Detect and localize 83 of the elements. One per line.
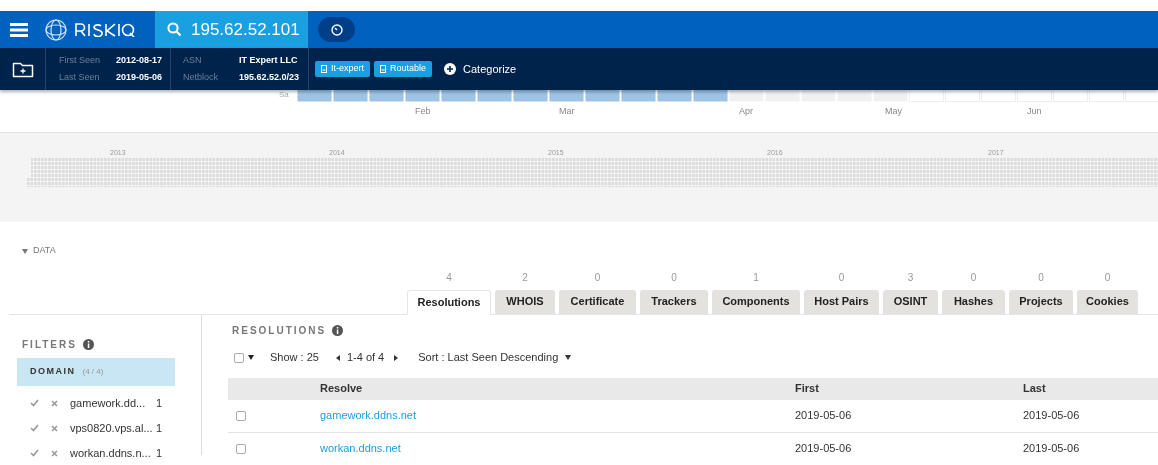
tab-count: 0 xyxy=(1038,270,1044,285)
field-value: 2012-08-17 xyxy=(116,53,164,67)
tab[interactable]: Hashes xyxy=(942,289,1005,314)
field-value: 195.62.52.0/23 xyxy=(238,71,301,84)
info-icon[interactable] xyxy=(332,324,344,336)
tab[interactable]: Host Pairs xyxy=(804,289,879,314)
show-dropdown[interactable]: Show : 25 xyxy=(270,349,319,366)
filter-item[interactable]: workan.ddns.n... xyxy=(70,444,156,462)
tab[interactable]: Resolutions xyxy=(407,289,491,315)
page-range: 1-4 of 4 xyxy=(346,350,385,366)
field-label: Last Seen xyxy=(59,71,101,84)
tab[interactable]: Trackers xyxy=(640,289,708,314)
filter-count: 1 xyxy=(156,420,163,436)
tag-icon xyxy=(380,65,386,73)
tab-count: 0 xyxy=(838,270,845,285)
month-label: Apr xyxy=(739,105,753,118)
tab[interactable]: WHOIS xyxy=(495,289,555,314)
day-label: Sa xyxy=(279,89,289,101)
table-cell: 2019-05-06 xyxy=(1023,442,1080,455)
column-header[interactable]: Resolve xyxy=(320,380,795,397)
filter-group-count: (4 / 4) xyxy=(82,365,104,378)
caret-icon[interactable] xyxy=(565,355,572,360)
close-icon[interactable] xyxy=(51,424,58,432)
checkbox[interactable] xyxy=(236,410,246,421)
info-icon[interactable] xyxy=(82,338,94,350)
checkbox[interactable] xyxy=(234,352,244,363)
table-cell: 2019-05-06 xyxy=(1023,409,1080,422)
check-icon[interactable] xyxy=(30,399,39,407)
field-label: ASN xyxy=(183,53,203,67)
close-icon[interactable] xyxy=(51,449,58,457)
tab-count: 0 xyxy=(594,270,601,285)
month-label: Feb xyxy=(415,105,431,118)
tab-count: 0 xyxy=(1104,270,1111,285)
column-header[interactable]: Last xyxy=(1023,380,1158,397)
next-page-icon[interactable] xyxy=(394,354,399,361)
field-label: First Seen xyxy=(59,53,101,67)
sort-dropdown[interactable]: Sort : Last Seen Descending xyxy=(418,349,559,366)
tab-count: 3 xyxy=(907,270,914,285)
search-value: 195.62.52.101 xyxy=(191,18,300,41)
column-header[interactable]: First xyxy=(795,380,1023,397)
tab-count: 4 xyxy=(446,270,452,285)
tab-count: 2 xyxy=(522,270,528,285)
field-label: Netblock xyxy=(183,71,219,84)
month-label: Jun xyxy=(1027,105,1042,118)
prev-page-icon[interactable] xyxy=(335,354,340,361)
search-icon xyxy=(167,22,182,37)
month-label: Mar xyxy=(559,105,575,118)
close-icon[interactable] xyxy=(51,399,58,407)
logo-icon xyxy=(44,17,68,42)
tab[interactable]: OSINT xyxy=(883,289,938,314)
folder-add-icon[interactable] xyxy=(11,60,34,78)
tab[interactable]: Projects xyxy=(1009,289,1073,314)
checkbox[interactable] xyxy=(236,443,246,454)
check-icon[interactable] xyxy=(30,449,39,457)
month-label: May xyxy=(885,105,902,118)
section-title: FILTERS xyxy=(22,337,77,352)
section-title: RESOLUTIONS xyxy=(232,323,327,338)
table-cell: 2019-05-06 xyxy=(795,409,852,422)
history-button[interactable] xyxy=(318,17,355,42)
table-cell: 2019-05-06 xyxy=(795,442,852,455)
filter-item[interactable]: gamework.dd... xyxy=(70,394,156,412)
tab[interactable]: Certificate xyxy=(559,289,636,314)
caret-icon[interactable] xyxy=(248,355,254,360)
clock-icon xyxy=(330,23,343,36)
menu-icon[interactable] xyxy=(10,22,28,37)
check-icon[interactable] xyxy=(30,424,39,432)
tab[interactable]: Cookies xyxy=(1077,289,1138,314)
filter-group-header[interactable]: DOMAIN (4 / 4) xyxy=(17,357,175,386)
tag-icon xyxy=(321,65,327,73)
plus-circle-icon xyxy=(444,63,457,75)
categorize-button[interactable]: Categorize xyxy=(444,60,517,78)
filter-count: 1 xyxy=(156,445,163,461)
field-value: IT Expert LLC xyxy=(238,53,299,67)
tab-count: 0 xyxy=(970,270,977,285)
field-value: 2019-05-06 xyxy=(116,71,164,84)
filter-count: 1 xyxy=(156,395,163,411)
logo-wordmark-drawing xyxy=(74,22,136,37)
tab[interactable]: Components xyxy=(712,289,800,314)
filter-group-label: DOMAIN xyxy=(30,364,76,378)
section-title[interactable]: DATA xyxy=(33,244,56,258)
tab-count: 0 xyxy=(671,270,677,285)
filter-item[interactable]: vps0820.vps.al... xyxy=(70,419,156,437)
tab-count: 1 xyxy=(753,270,759,285)
